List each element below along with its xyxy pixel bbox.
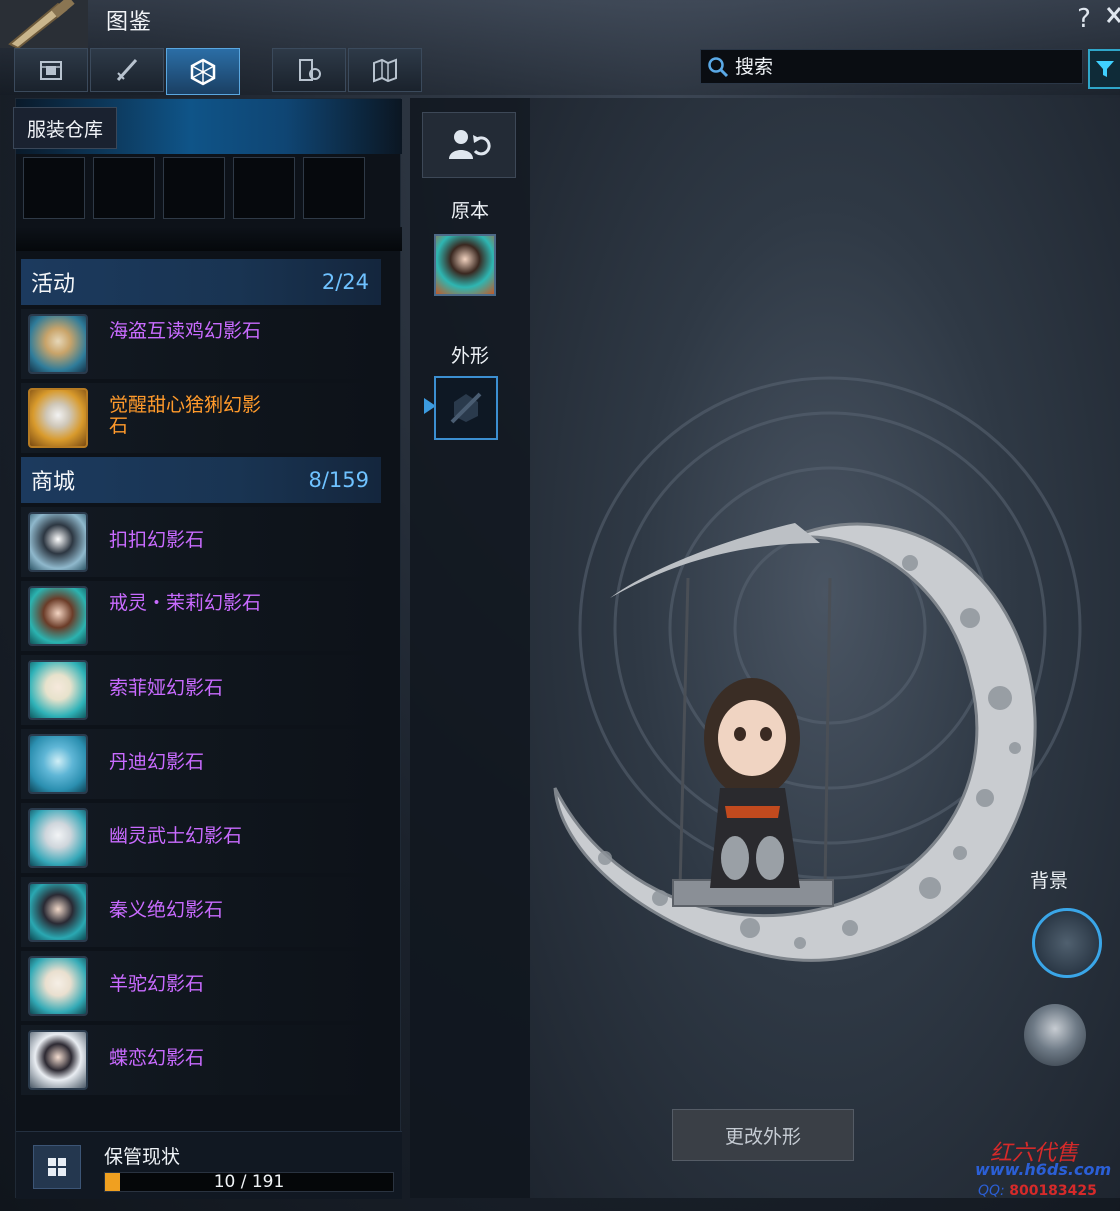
list-item[interactable]: 羊驼幻影石 — [21, 951, 381, 1021]
list-item[interactable]: 索菲娅幻影石 — [21, 655, 381, 725]
item-name: 戒灵・茉莉幻影石 — [109, 592, 262, 614]
item-thumbnail-dandy-icon — [28, 734, 88, 794]
storage-status-label: 保管现状 — [104, 1146, 181, 1168]
original-label: 原本 — [450, 200, 489, 222]
gem-slash-icon — [450, 392, 482, 424]
grid-icon — [48, 1158, 66, 1176]
wardrobe-slot[interactable] — [163, 157, 225, 219]
top-bar: 图鉴 ? — [0, 0, 1120, 95]
item-thumbnail-penguin-icon — [28, 512, 88, 572]
wardrobe-divider — [16, 227, 402, 251]
background-option-seal-icon[interactable] — [1032, 908, 1102, 978]
wardrobe-slot[interactable] — [233, 157, 295, 219]
list-item[interactable]: 秦义绝幻影石 — [21, 877, 381, 947]
tab-outfit-box[interactable] — [14, 48, 88, 92]
item-thumbnail-qin-yijue-icon — [28, 882, 88, 942]
help-button[interactable]: ? — [1070, 4, 1098, 38]
wardrobe-slot[interactable] — [303, 157, 365, 219]
book-gear-icon — [299, 59, 321, 81]
filter-icon — [1096, 61, 1114, 77]
watermark-qq: QQ: 800183425 — [978, 1183, 1097, 1199]
item-thumbnail-sophia-icon — [28, 660, 88, 720]
wardrobe-slot[interactable] — [93, 157, 155, 219]
appearance-label: 外形 — [450, 345, 489, 367]
wardrobe-slot[interactable] — [23, 157, 85, 219]
appearance-column: 原本 外形 — [410, 98, 530, 1198]
search-icon — [701, 50, 735, 84]
user-swap-icon — [449, 130, 491, 159]
section-count: 2/24 — [321, 270, 369, 294]
watermark-url: www.h6ds.com — [975, 1160, 1112, 1179]
section-event-header[interactable]: 活动 2/24 — [21, 259, 381, 305]
item-name: 秦义绝幻影石 — [109, 899, 224, 921]
item-name: 海盗互读鸡幻影石 — [109, 320, 262, 342]
item-name: 扣扣幻影石 — [109, 529, 205, 551]
tab-phantom-stone[interactable] — [166, 48, 240, 95]
watermark-qq-label: QQ: — [978, 1183, 1005, 1199]
gem-icon — [190, 58, 216, 85]
item-thumbnail-alpaca-icon — [28, 956, 88, 1016]
list-item[interactable]: 海盗互读鸡幻影石 — [21, 309, 381, 379]
item-thumbnail-lynx-icon — [28, 388, 88, 448]
codex-emblem-icon — [0, 0, 88, 48]
item-name: 蝶恋幻影石 — [109, 1047, 205, 1069]
tab-collection[interactable] — [272, 48, 346, 92]
item-name: 幽灵武士幻影石 — [109, 825, 243, 847]
window-title: 图鉴 — [106, 10, 153, 35]
wardrobe-label[interactable]: 服装仓库 — [13, 107, 117, 149]
filter-button[interactable] — [1088, 49, 1120, 89]
list-item[interactable]: 觉醒甜心猞猁幻影石 — [21, 383, 381, 453]
storage-progress-bar: 10 / 191 — [104, 1172, 394, 1192]
item-thumbnail-chicken-icon — [28, 314, 88, 374]
swap-character-button[interactable] — [422, 112, 516, 178]
close-icon — [1106, 7, 1120, 23]
codex-list-panel: 服装仓库 活动 2/24 海盗互读鸡幻影石 觉醒甜心猞猁幻影石 商城 8/159… — [13, 98, 402, 1199]
sword-icon — [116, 58, 138, 82]
item-name: 羊驼幻影石 — [109, 973, 205, 995]
item-name: 丹迪幻影石 — [109, 751, 205, 773]
chest-icon — [40, 61, 62, 80]
list-item[interactable]: 蝶恋幻影石 — [21, 1025, 381, 1095]
search-box[interactable] — [700, 49, 1083, 84]
background-option-temple-icon[interactable] — [1024, 1004, 1086, 1066]
list-item[interactable]: 幽灵武士幻影石 — [21, 803, 381, 873]
appearance-slot[interactable] — [434, 376, 498, 440]
list-item[interactable]: 丹迪幻影石 — [21, 729, 381, 799]
item-name: 觉醒甜心猞猁幻影石 — [109, 394, 262, 437]
storage-status-bar: 保管现状 10 / 191 — [16, 1131, 402, 1199]
list-item[interactable]: 扣扣幻影石 — [21, 507, 381, 577]
item-thumbnail-ghost-warrior-icon — [28, 808, 88, 868]
original-thumbnail-icon[interactable] — [434, 234, 496, 296]
map-icon — [373, 58, 397, 83]
search-input[interactable] — [735, 55, 1065, 78]
section-title: 活动 — [31, 272, 76, 297]
tab-weapon[interactable] — [90, 48, 164, 92]
watermark-qq-number: 800183425 — [1009, 1183, 1097, 1199]
item-name: 索菲娅幻影石 — [109, 677, 224, 699]
item-thumbnail-butterfly-icon — [28, 1030, 88, 1090]
section-count: 8/159 — [308, 468, 369, 492]
list-item[interactable]: 戒灵・茉莉幻影石 — [21, 581, 381, 651]
grid-view-button[interactable] — [33, 1145, 81, 1189]
storage-progress-text: 10 / 191 — [213, 1172, 285, 1192]
section-shop-header[interactable]: 商城 8/159 — [21, 457, 381, 503]
tab-map[interactable] — [348, 48, 422, 92]
background-label: 背景 — [1030, 870, 1069, 892]
item-thumbnail-jasmine-icon — [28, 586, 88, 646]
section-title: 商城 — [31, 470, 76, 495]
close-button[interactable] — [1104, 0, 1120, 34]
change-appearance-button[interactable]: 更改外形 — [672, 1109, 854, 1161]
